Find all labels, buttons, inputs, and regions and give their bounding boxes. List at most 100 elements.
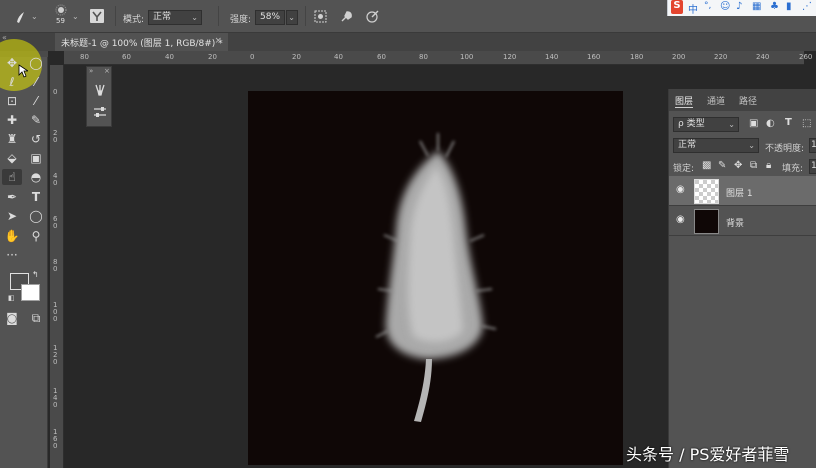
- sample-all-layers-icon[interactable]: [313, 9, 328, 24]
- blend-mode-value: 正常: [678, 140, 697, 150]
- layer-row-background[interactable]: ◉ 背景: [669, 206, 816, 236]
- layer1-thumbnail: [694, 179, 719, 204]
- skin-icon[interactable]: ♣: [770, 1, 779, 12]
- ruler-tick: 40: [53, 172, 58, 187]
- screen-mode-icon[interactable]: ⧉: [28, 310, 44, 326]
- brush-size-value: 59: [56, 17, 65, 25]
- layer-row-layer1[interactable]: ◉ 图层 1: [669, 176, 816, 206]
- magic-wand-icon[interactable]: ⁄: [28, 74, 44, 90]
- punctuation-icon[interactable]: °,: [704, 1, 711, 11]
- lock-all-icon[interactable]: 🔒︎: [766, 160, 771, 171]
- fill-input[interactable]: 10: [809, 159, 816, 174]
- ruler-tick: 140: [545, 53, 559, 61]
- strength-input[interactable]: 58%: [255, 10, 285, 25]
- brush-preview-icon[interactable]: [53, 4, 69, 16]
- mode-select[interactable]: 正常 ⌄: [148, 10, 202, 25]
- ruler-tick: 100: [460, 53, 474, 61]
- brush-settings-mini-panel: » ×: [86, 66, 112, 127]
- eyedropper-icon[interactable]: ⁄: [28, 93, 44, 109]
- filter-adjustment-icon[interactable]: ◐: [766, 118, 775, 129]
- pen-icon[interactable]: ✒: [4, 189, 20, 205]
- layer-filter-select[interactable]: ρ 类型 ⌄: [673, 117, 739, 132]
- tab-paths[interactable]: 路径: [739, 94, 757, 107]
- ruler-tick: 60: [53, 215, 58, 230]
- layer-name: 背景: [726, 219, 745, 229]
- ellipse-icon[interactable]: ◯: [28, 208, 44, 224]
- strength-value: 58%: [260, 12, 281, 22]
- ruler-tick: 60: [122, 53, 131, 61]
- collapse-icon[interactable]: »: [89, 67, 93, 75]
- blend-mode-select[interactable]: 正常 ⌄: [673, 138, 759, 153]
- crop-icon[interactable]: ⊡: [4, 93, 20, 109]
- brush-icon[interactable]: ✎: [28, 112, 44, 128]
- strength-dropdown[interactable]: ⌄: [286, 10, 298, 25]
- sogou-logo-icon[interactable]: S: [671, 0, 683, 14]
- brush-presets-icon[interactable]: [93, 105, 107, 119]
- smudge-tool-preset-icon[interactable]: [12, 8, 30, 26]
- close-icon[interactable]: ×: [104, 67, 110, 75]
- ruler-tick: 0: [53, 88, 58, 96]
- document-canvas[interactable]: [248, 91, 623, 465]
- vertical-ruler: 0 20 40 60 80 100 120 140 160: [50, 65, 64, 468]
- lock-artboard-icon[interactable]: ⧉: [750, 160, 757, 171]
- toolbox-icon[interactable]: ▮: [786, 1, 792, 12]
- lock-transparent-icon[interactable]: ▩: [702, 160, 711, 171]
- microphone-icon[interactable]: ♪: [736, 1, 742, 12]
- quick-mask-icon[interactable]: ◙: [4, 310, 20, 326]
- brush-panel-icon[interactable]: [93, 83, 107, 97]
- ruler-tick: 40: [334, 53, 343, 61]
- opacity-label: 不透明度:: [765, 144, 805, 154]
- ruler-tick: 20: [208, 53, 217, 61]
- eye-icon[interactable]: ◉: [676, 184, 685, 195]
- default-colors-icon[interactable]: ◧: [8, 294, 15, 302]
- emoji-icon[interactable]: ☺: [720, 1, 730, 12]
- chevron-down-icon: ⌄: [288, 13, 295, 22]
- filter-shape-icon[interactable]: ⬚: [802, 118, 811, 129]
- chevron-down-icon: ⌄: [748, 141, 755, 150]
- chevron-down-icon[interactable]: ⌄: [72, 12, 79, 21]
- close-icon[interactable]: ×: [214, 36, 222, 46]
- horizontal-ruler: 80 60 40 20 0 20 40 60 80 100 120 140 16…: [64, 51, 812, 65]
- swap-colors-icon[interactable]: ↰: [32, 270, 39, 279]
- background-thumbnail: [694, 209, 719, 234]
- ruler-tick: 180: [630, 53, 644, 61]
- document-tab[interactable]: 未标题-1 @ 100% (图层 1, RGB/8#) * ×: [55, 33, 228, 51]
- opacity-input[interactable]: 10: [809, 138, 816, 153]
- filter-type-icon[interactable]: T: [785, 117, 792, 128]
- lock-position-icon[interactable]: ✥: [734, 160, 742, 171]
- type-icon[interactable]: T: [28, 189, 44, 205]
- finger-painting-icon[interactable]: [339, 9, 354, 24]
- tab-layers[interactable]: 图层: [675, 94, 694, 108]
- ruler-tick: 160: [587, 53, 601, 61]
- path-select-icon[interactable]: ➤: [4, 208, 20, 224]
- smudge-icon[interactable]: ☝: [2, 169, 22, 185]
- ruler-tick: 120: [503, 53, 517, 61]
- marquee-icon[interactable]: ◯: [28, 55, 44, 71]
- hand-icon[interactable]: ✋: [4, 228, 20, 244]
- brush-settings-icon[interactable]: [90, 9, 104, 23]
- chinese-mode-icon[interactable]: 中: [688, 1, 698, 16]
- mouse-cursor-icon: [18, 64, 30, 78]
- menu-icon[interactable]: ⋰: [802, 1, 812, 12]
- stamp-icon[interactable]: ♜: [4, 131, 20, 147]
- more-tools-icon[interactable]: ···: [4, 247, 20, 263]
- dodge-icon[interactable]: ◓: [28, 169, 44, 185]
- fill-label: 填充:: [782, 164, 804, 174]
- healing-icon[interactable]: ✚: [4, 112, 20, 128]
- ruler-tick: 220: [714, 53, 728, 61]
- layers-panel-tabs: 图层 通道 路径: [669, 89, 816, 111]
- zoom-icon[interactable]: ⚲: [28, 228, 44, 244]
- eye-icon[interactable]: ◉: [676, 214, 685, 225]
- eraser-icon[interactable]: ⬙: [4, 150, 20, 166]
- pressure-icon[interactable]: [365, 9, 380, 24]
- ruler-tick: 160: [53, 428, 58, 450]
- ruler-tick: 20: [292, 53, 301, 61]
- gradient-icon[interactable]: ▣: [28, 150, 44, 166]
- chevron-down-icon[interactable]: ⌄: [31, 12, 38, 21]
- lock-pixels-icon[interactable]: ✎: [718, 160, 726, 171]
- tab-channels[interactable]: 通道: [707, 94, 725, 107]
- background-color-swatch[interactable]: [21, 284, 40, 301]
- keyboard-icon[interactable]: ▦: [752, 1, 761, 12]
- history-brush-icon[interactable]: ↺: [28, 131, 44, 147]
- filter-pixel-icon[interactable]: ▣: [749, 118, 758, 129]
